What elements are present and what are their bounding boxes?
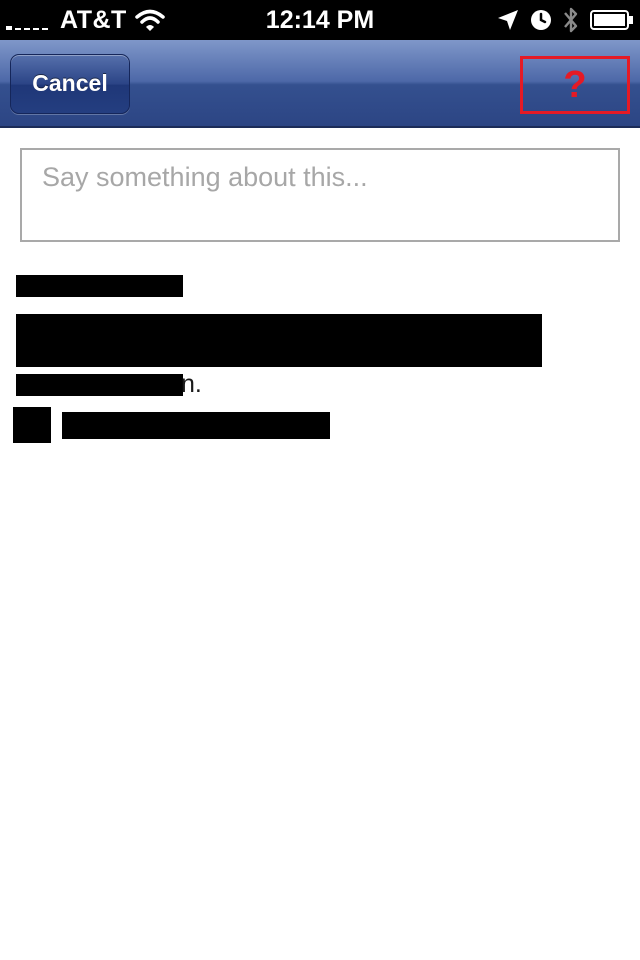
redacted-title bbox=[16, 275, 183, 297]
redacted-source-icon bbox=[13, 407, 51, 443]
status-right bbox=[496, 0, 634, 40]
navigation-bar: Cancel ? bbox=[0, 40, 640, 128]
comment-placeholder: Say something about this... bbox=[42, 162, 368, 192]
bluetooth-icon bbox=[564, 7, 578, 33]
share-screen: AT&T 12:14 PM Cancel ? Say something abo… bbox=[0, 0, 640, 960]
help-button[interactable]: ? bbox=[520, 56, 630, 114]
redacted-description bbox=[16, 314, 542, 367]
battery-icon bbox=[590, 10, 633, 30]
redacted-source-name bbox=[62, 412, 330, 439]
status-bar: AT&T 12:14 PM bbox=[0, 0, 640, 40]
description-trailing-text: n. bbox=[181, 370, 202, 398]
redacted-description-end bbox=[16, 374, 183, 396]
shared-link-preview: n. bbox=[0, 270, 640, 450]
alarm-clock-icon bbox=[531, 10, 551, 30]
comment-input[interactable]: Say something about this... bbox=[20, 148, 620, 242]
cancel-button[interactable]: Cancel bbox=[10, 54, 130, 114]
location-arrow-icon bbox=[498, 10, 518, 30]
